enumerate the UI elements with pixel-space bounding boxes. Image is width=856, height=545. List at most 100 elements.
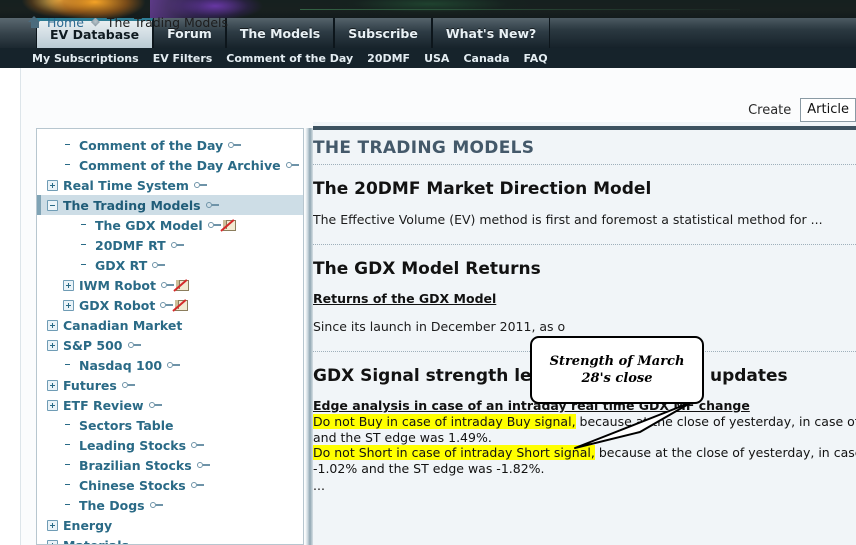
subnav-faq[interactable]: FAQ xyxy=(524,52,548,65)
create-control: Create Article xyxy=(748,98,856,122)
sidebar-item-materials[interactable]: Materials xyxy=(37,535,303,544)
article-title-20dmf: The 20DMF Market Direction Model xyxy=(313,179,652,199)
subnav-canada[interactable]: Canada xyxy=(463,52,509,65)
book-restricted-icon xyxy=(219,219,236,232)
sidebar-item-nasdaq-100[interactable]: Nasdaq 100 xyxy=(37,355,303,375)
key-icon xyxy=(193,181,207,189)
sidebar-item-label: Leading Stocks xyxy=(79,437,187,453)
tab-what-s-new[interactable]: What's New? xyxy=(431,18,551,48)
sidebar-item-the-trading-models[interactable]: The Trading Models xyxy=(37,195,303,215)
sidebar-item-brazilian-stocks[interactable]: Brazilian Stocks xyxy=(37,455,303,475)
sidebar-tree-panel[interactable]: Comment of the Day Comment of the Day Arc… xyxy=(36,128,304,545)
content-ellipsis: ... xyxy=(313,478,325,493)
subnav-comment-of-the-day[interactable]: Comment of the Day xyxy=(226,52,353,65)
expander-spacer xyxy=(63,140,74,151)
page-root: EV Database Forum The Models Subscribe What'… xyxy=(0,0,856,545)
expand-plus-icon[interactable] xyxy=(47,319,58,331)
sidebar-item-chinese-stocks[interactable]: Chinese Stocks xyxy=(37,475,303,495)
sidebar-item-energy[interactable]: Energy xyxy=(37,515,303,535)
sidebar-item-sectors-table[interactable]: Sectors Table xyxy=(37,415,303,435)
subnav-20dmf[interactable]: 20DMF xyxy=(367,52,410,65)
breadcrumb-home-link[interactable]: Home xyxy=(47,15,84,30)
diamond-separator-icon xyxy=(90,17,100,27)
sidebar-item-gdx-rt[interactable]: GDX RT xyxy=(37,255,303,275)
key-icon xyxy=(148,401,162,409)
article-text-gdx-returns: Since its launch in December 2011, as o xyxy=(313,319,566,334)
banner-line xyxy=(300,9,740,10)
expand-plus-icon[interactable] xyxy=(47,339,58,351)
divider-1 xyxy=(313,164,856,165)
key-icon xyxy=(191,441,205,449)
page-title: THE TRADING MODELS xyxy=(313,138,535,158)
sidebar-item-label: Sectors Table xyxy=(79,417,174,433)
sidebar-item-the-gdx-model[interactable]: The GDX Model xyxy=(37,215,303,235)
key-icon xyxy=(285,161,299,169)
subnav-ev-filters[interactable]: EV Filters xyxy=(153,52,213,65)
key-icon xyxy=(121,381,135,389)
sidebar-item-label: ETF Review xyxy=(63,397,144,413)
expand-plus-icon[interactable] xyxy=(47,399,58,411)
tab-the-models[interactable]: The Models xyxy=(225,18,335,48)
key-icon xyxy=(196,461,210,469)
key-icon xyxy=(207,221,221,229)
book-restricted-icon xyxy=(173,279,189,292)
key-icon xyxy=(228,141,242,149)
sidebar-item-etf-review[interactable]: ETF Review xyxy=(37,395,303,415)
main-content: THE TRADING MODELS The 20DMF Market Dire… xyxy=(313,122,856,545)
home-icon xyxy=(28,16,41,28)
sidebar-item-label: Comment of the Day Archive xyxy=(79,157,281,173)
sidebar-item-real-time-system[interactable]: Real Time System xyxy=(37,175,303,195)
sidebar-item-leading-stocks[interactable]: Leading Stocks xyxy=(37,435,303,455)
expander-spacer xyxy=(63,500,74,511)
sidebar-item-label: The GDX Model xyxy=(95,217,203,233)
sidebar-item-comment-of-the-day[interactable]: Comment of the Day xyxy=(37,135,303,155)
subnav-my-subscriptions[interactable]: My Subscriptions xyxy=(32,52,139,65)
sidebar-item-label: Energy xyxy=(63,517,113,533)
key-icon xyxy=(152,261,166,269)
key-icon xyxy=(190,481,204,489)
buy-signal-line2: and the ST edge was 1.49%. xyxy=(313,429,492,445)
sidebar-item-futures[interactable]: Futures xyxy=(37,375,303,395)
expander-spacer xyxy=(63,420,74,431)
sidebar-item-label: IWM Robot xyxy=(79,277,156,293)
key-icon xyxy=(149,501,163,509)
key-icon xyxy=(167,361,181,369)
expand-plus-icon[interactable] xyxy=(47,539,58,544)
callout-bubble: Strength of March 28's close xyxy=(530,336,704,404)
sidebar-item-20dmf-rt[interactable]: 20DMF RT xyxy=(37,235,303,255)
collapse-minus-icon[interactable] xyxy=(47,199,58,211)
expand-plus-icon[interactable] xyxy=(63,279,74,291)
expand-plus-icon[interactable] xyxy=(47,379,58,391)
sidebar-item-label: The Dogs xyxy=(79,497,145,513)
sidebar-item-comment-of-the-day-archive[interactable]: Comment of the Day Archive xyxy=(37,155,303,175)
create-type-select[interactable]: Article xyxy=(800,98,856,122)
sidebar-tree: Comment of the Day Comment of the Day Arc… xyxy=(37,129,303,544)
key-icon xyxy=(205,201,219,209)
sidebar-item-iwm-robot[interactable]: IWM Robot xyxy=(37,275,303,295)
sidebar-item-s-p-500[interactable]: S&P 500 xyxy=(37,335,303,355)
sidebar-item-label: Real Time System xyxy=(63,177,189,193)
book-restricted-icon xyxy=(172,299,189,312)
expand-plus-icon[interactable] xyxy=(63,299,74,311)
sidebar-item-label: Comment of the Day xyxy=(79,137,224,153)
create-label: Create xyxy=(748,102,792,118)
sidebar-item-label: Nasdaq 100 xyxy=(79,357,163,373)
sidebar-item-canadian-market[interactable]: Canadian Market xyxy=(37,315,303,335)
sidebar-item-label: GDX Robot xyxy=(79,297,156,313)
expander-spacer xyxy=(63,460,74,471)
expand-plus-icon[interactable] xyxy=(47,179,58,191)
key-icon xyxy=(160,281,174,289)
tab-subscribe[interactable]: Subscribe xyxy=(334,18,432,48)
returns-gdx-model-link[interactable]: Returns of the GDX Model xyxy=(313,291,496,306)
subnav-usa[interactable]: USA xyxy=(424,52,449,65)
key-icon xyxy=(170,241,184,249)
content-top-rule xyxy=(313,126,856,130)
divider-2 xyxy=(313,244,856,245)
expand-plus-icon[interactable] xyxy=(47,519,58,531)
callout-text: Strength of March 28's close xyxy=(549,354,685,386)
breadcrumb-current: The Trading Models xyxy=(106,14,229,30)
sidebar-item-label: Futures xyxy=(63,377,117,393)
sidebar-item-gdx-robot[interactable]: GDX Robot xyxy=(37,295,303,315)
sidebar-item-the-dogs[interactable]: The Dogs xyxy=(37,495,303,515)
expander-spacer xyxy=(79,240,90,251)
